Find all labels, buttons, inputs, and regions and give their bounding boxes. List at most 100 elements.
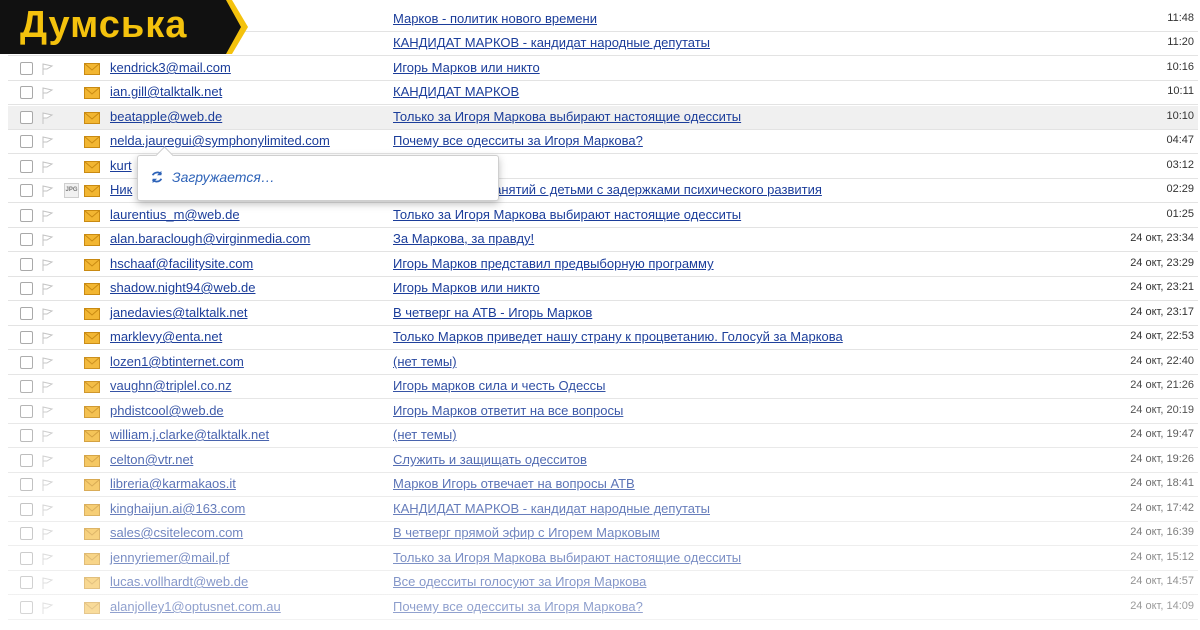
row-checkbox[interactable] xyxy=(20,331,33,344)
email-row[interactable]: lozen1@btinternet.com (нет темы) 24 окт, 2… xyxy=(8,351,1198,375)
row-checkbox[interactable] xyxy=(20,478,33,491)
email-subject[interactable]: В четверг на АТВ - Игорь Марков xyxy=(393,305,592,320)
email-row[interactable]: sales@csitelecom.com В четверг прямой эфи… xyxy=(8,522,1198,546)
email-row[interactable]: marklevy@enta.net Только Марков приведет … xyxy=(8,326,1198,350)
row-checkbox[interactable] xyxy=(20,307,33,320)
row-checkbox[interactable] xyxy=(20,135,33,148)
email-subject[interactable]: Только за Игоря Маркова выбирают настоящ… xyxy=(393,109,741,124)
flag-icon[interactable] xyxy=(41,552,55,566)
email-sender[interactable]: sales@csitelecom.com xyxy=(110,525,243,540)
email-subject[interactable]: Только за Игоря Маркова выбирают настоящ… xyxy=(393,550,741,565)
flag-icon[interactable] xyxy=(41,478,55,492)
flag-icon[interactable] xyxy=(41,282,55,296)
email-sender[interactable]: libreria@karmakaos.it xyxy=(110,476,236,491)
row-checkbox[interactable] xyxy=(20,601,33,614)
flag-icon[interactable] xyxy=(41,405,55,419)
email-sender[interactable]: janedavies@talktalk.net xyxy=(110,305,248,320)
email-subject[interactable]: Почему все одесситы за Игоря Маркова? xyxy=(393,599,643,614)
email-row[interactable]: ian.gill@talktalk.net КАНДИДАТ МАРКОВ 10:1… xyxy=(8,81,1198,105)
email-row[interactable]: laurentius_m@web.de Только за Игоря Марко… xyxy=(8,204,1198,228)
flag-icon[interactable] xyxy=(41,184,55,198)
email-sender[interactable]: nelda.jauregui@symphonylimited.com xyxy=(110,133,330,148)
email-sender[interactable]: lozen1@btinternet.com xyxy=(110,354,244,369)
row-checkbox[interactable] xyxy=(20,258,33,271)
email-row[interactable]: phdistcool@web.de Игорь Марков ответит на… xyxy=(8,400,1198,424)
email-subject[interactable]: (нет темы) xyxy=(393,427,457,442)
email-subject[interactable]: Игорь Марков или никто xyxy=(393,60,540,75)
email-row[interactable]: nelda.jauregui@symphonylimited.com Почему… xyxy=(8,130,1198,154)
email-sender[interactable]: vaughn@triplel.co.nz xyxy=(110,378,232,393)
email-subject[interactable]: (нет темы) xyxy=(393,354,457,369)
email-subject[interactable]: Служить и защищать одесситов xyxy=(393,452,587,467)
row-checkbox[interactable] xyxy=(20,356,33,369)
email-row[interactable]: beatapple@web.de Только за Игоря Маркова … xyxy=(8,106,1198,130)
flag-icon[interactable] xyxy=(41,111,55,125)
email-sender[interactable]: laurentius_m@web.de xyxy=(110,207,240,222)
email-sender[interactable]: kinghaijun.ai@163.com xyxy=(110,501,245,516)
flag-icon[interactable] xyxy=(41,356,55,370)
flag-icon[interactable] xyxy=(41,160,55,174)
row-checkbox[interactable] xyxy=(20,184,33,197)
email-sender[interactable]: beatapple@web.de xyxy=(110,109,222,124)
email-sender[interactable]: lucas.vollhardt@web.de xyxy=(110,574,248,589)
flag-icon[interactable] xyxy=(41,601,55,615)
email-subject[interactable]: Марков - политик нового времени xyxy=(393,11,597,26)
flag-icon[interactable] xyxy=(41,62,55,76)
email-row[interactable]: hschaaf@facilitysite.com Игорь Марков пре… xyxy=(8,253,1198,277)
email-sender[interactable]: alan.baraclough@virginmedia.com xyxy=(110,231,310,246)
email-subject[interactable]: Все одесситы голосуют за Игоря Маркова xyxy=(393,574,646,589)
email-sender[interactable]: kurt xyxy=(110,158,132,173)
email-sender[interactable]: celton@vtr.net xyxy=(110,452,193,467)
email-row[interactable]: alanjolley1@optusnet.com.au Почему все од… xyxy=(8,596,1198,620)
flag-icon[interactable] xyxy=(41,233,55,247)
row-checkbox[interactable] xyxy=(20,86,33,99)
email-subject[interactable]: Игорь Марков ответит на все вопросы xyxy=(393,403,623,418)
row-checkbox[interactable] xyxy=(20,380,33,393)
email-row[interactable]: jennyriemer@mail.pf Только за Игоря Марко… xyxy=(8,547,1198,571)
email-subject[interactable]: Почему все одесситы за Игоря Маркова? xyxy=(393,133,643,148)
email-subject[interactable]: КАНДИДАТ МАРКОВ - кандидат народные депу… xyxy=(393,35,710,50)
email-row[interactable]: william.j.clarke@talktalk.net (нет темы) 2… xyxy=(8,424,1198,448)
row-checkbox[interactable] xyxy=(20,160,33,173)
email-sender[interactable]: Ник xyxy=(110,182,132,197)
email-subject[interactable]: Марков Игорь отвечает на вопросы АТВ xyxy=(393,476,635,491)
email-subject[interactable]: За Маркова, за правду! xyxy=(393,231,534,246)
row-checkbox[interactable] xyxy=(20,503,33,516)
email-row[interactable]: kendrick3@mail.com Игорь Марков или никто… xyxy=(8,57,1198,81)
flag-icon[interactable] xyxy=(41,307,55,321)
row-checkbox[interactable] xyxy=(20,429,33,442)
email-row[interactable]: kinghaijun.ai@163.com КАНДИДАТ МАРКОВ - к… xyxy=(8,498,1198,522)
flag-icon[interactable] xyxy=(41,576,55,590)
row-checkbox[interactable] xyxy=(20,209,33,222)
email-subject[interactable]: Игорь марков сила и честь Одессы xyxy=(393,378,606,393)
flag-icon[interactable] xyxy=(41,503,55,517)
email-row[interactable]: libreria@karmakaos.it Марков Игорь отвеча… xyxy=(8,473,1198,497)
flag-icon[interactable] xyxy=(41,86,55,100)
email-subject[interactable]: Только за Игоря Маркова выбирают настоящ… xyxy=(393,207,741,222)
email-row[interactable]: alan.baraclough@virginmedia.com За Марков… xyxy=(8,228,1198,252)
email-row[interactable]: vaughn@triplel.co.nz Игорь марков сила и … xyxy=(8,375,1198,399)
email-row[interactable]: janedavies@talktalk.net В четверг на АТВ … xyxy=(8,302,1198,326)
email-sender[interactable]: phdistcool@web.de xyxy=(110,403,224,418)
email-row[interactable]: shadow.night94@web.de Игорь Марков или ни… xyxy=(8,277,1198,301)
email-sender[interactable]: alanjolley1@optusnet.com.au xyxy=(110,599,281,614)
flag-icon[interactable] xyxy=(41,258,55,272)
row-checkbox[interactable] xyxy=(20,527,33,540)
email-row[interactable]: celton@vtr.net Служить и защищать одессит… xyxy=(8,449,1198,473)
flag-icon[interactable] xyxy=(41,454,55,468)
email-subject[interactable]: Только Марков приведет нашу страну к про… xyxy=(393,329,843,344)
row-checkbox[interactable] xyxy=(20,576,33,589)
flag-icon[interactable] xyxy=(41,429,55,443)
email-sender[interactable]: ian.gill@talktalk.net xyxy=(110,84,222,99)
email-subject[interactable]: Игорь Марков или никто xyxy=(393,280,540,295)
flag-icon[interactable] xyxy=(41,380,55,394)
row-checkbox[interactable] xyxy=(20,111,33,124)
email-row[interactable]: lucas.vollhardt@web.de Все одесситы голос… xyxy=(8,571,1198,595)
row-checkbox[interactable] xyxy=(20,282,33,295)
email-subject[interactable]: Игорь Марков представил предвыборную про… xyxy=(393,256,714,271)
flag-icon[interactable] xyxy=(41,135,55,149)
email-subject[interactable]: В четверг прямой эфир с Игорем Марковым xyxy=(393,525,660,540)
row-checkbox[interactable] xyxy=(20,62,33,75)
flag-icon[interactable] xyxy=(41,209,55,223)
row-checkbox[interactable] xyxy=(20,454,33,467)
